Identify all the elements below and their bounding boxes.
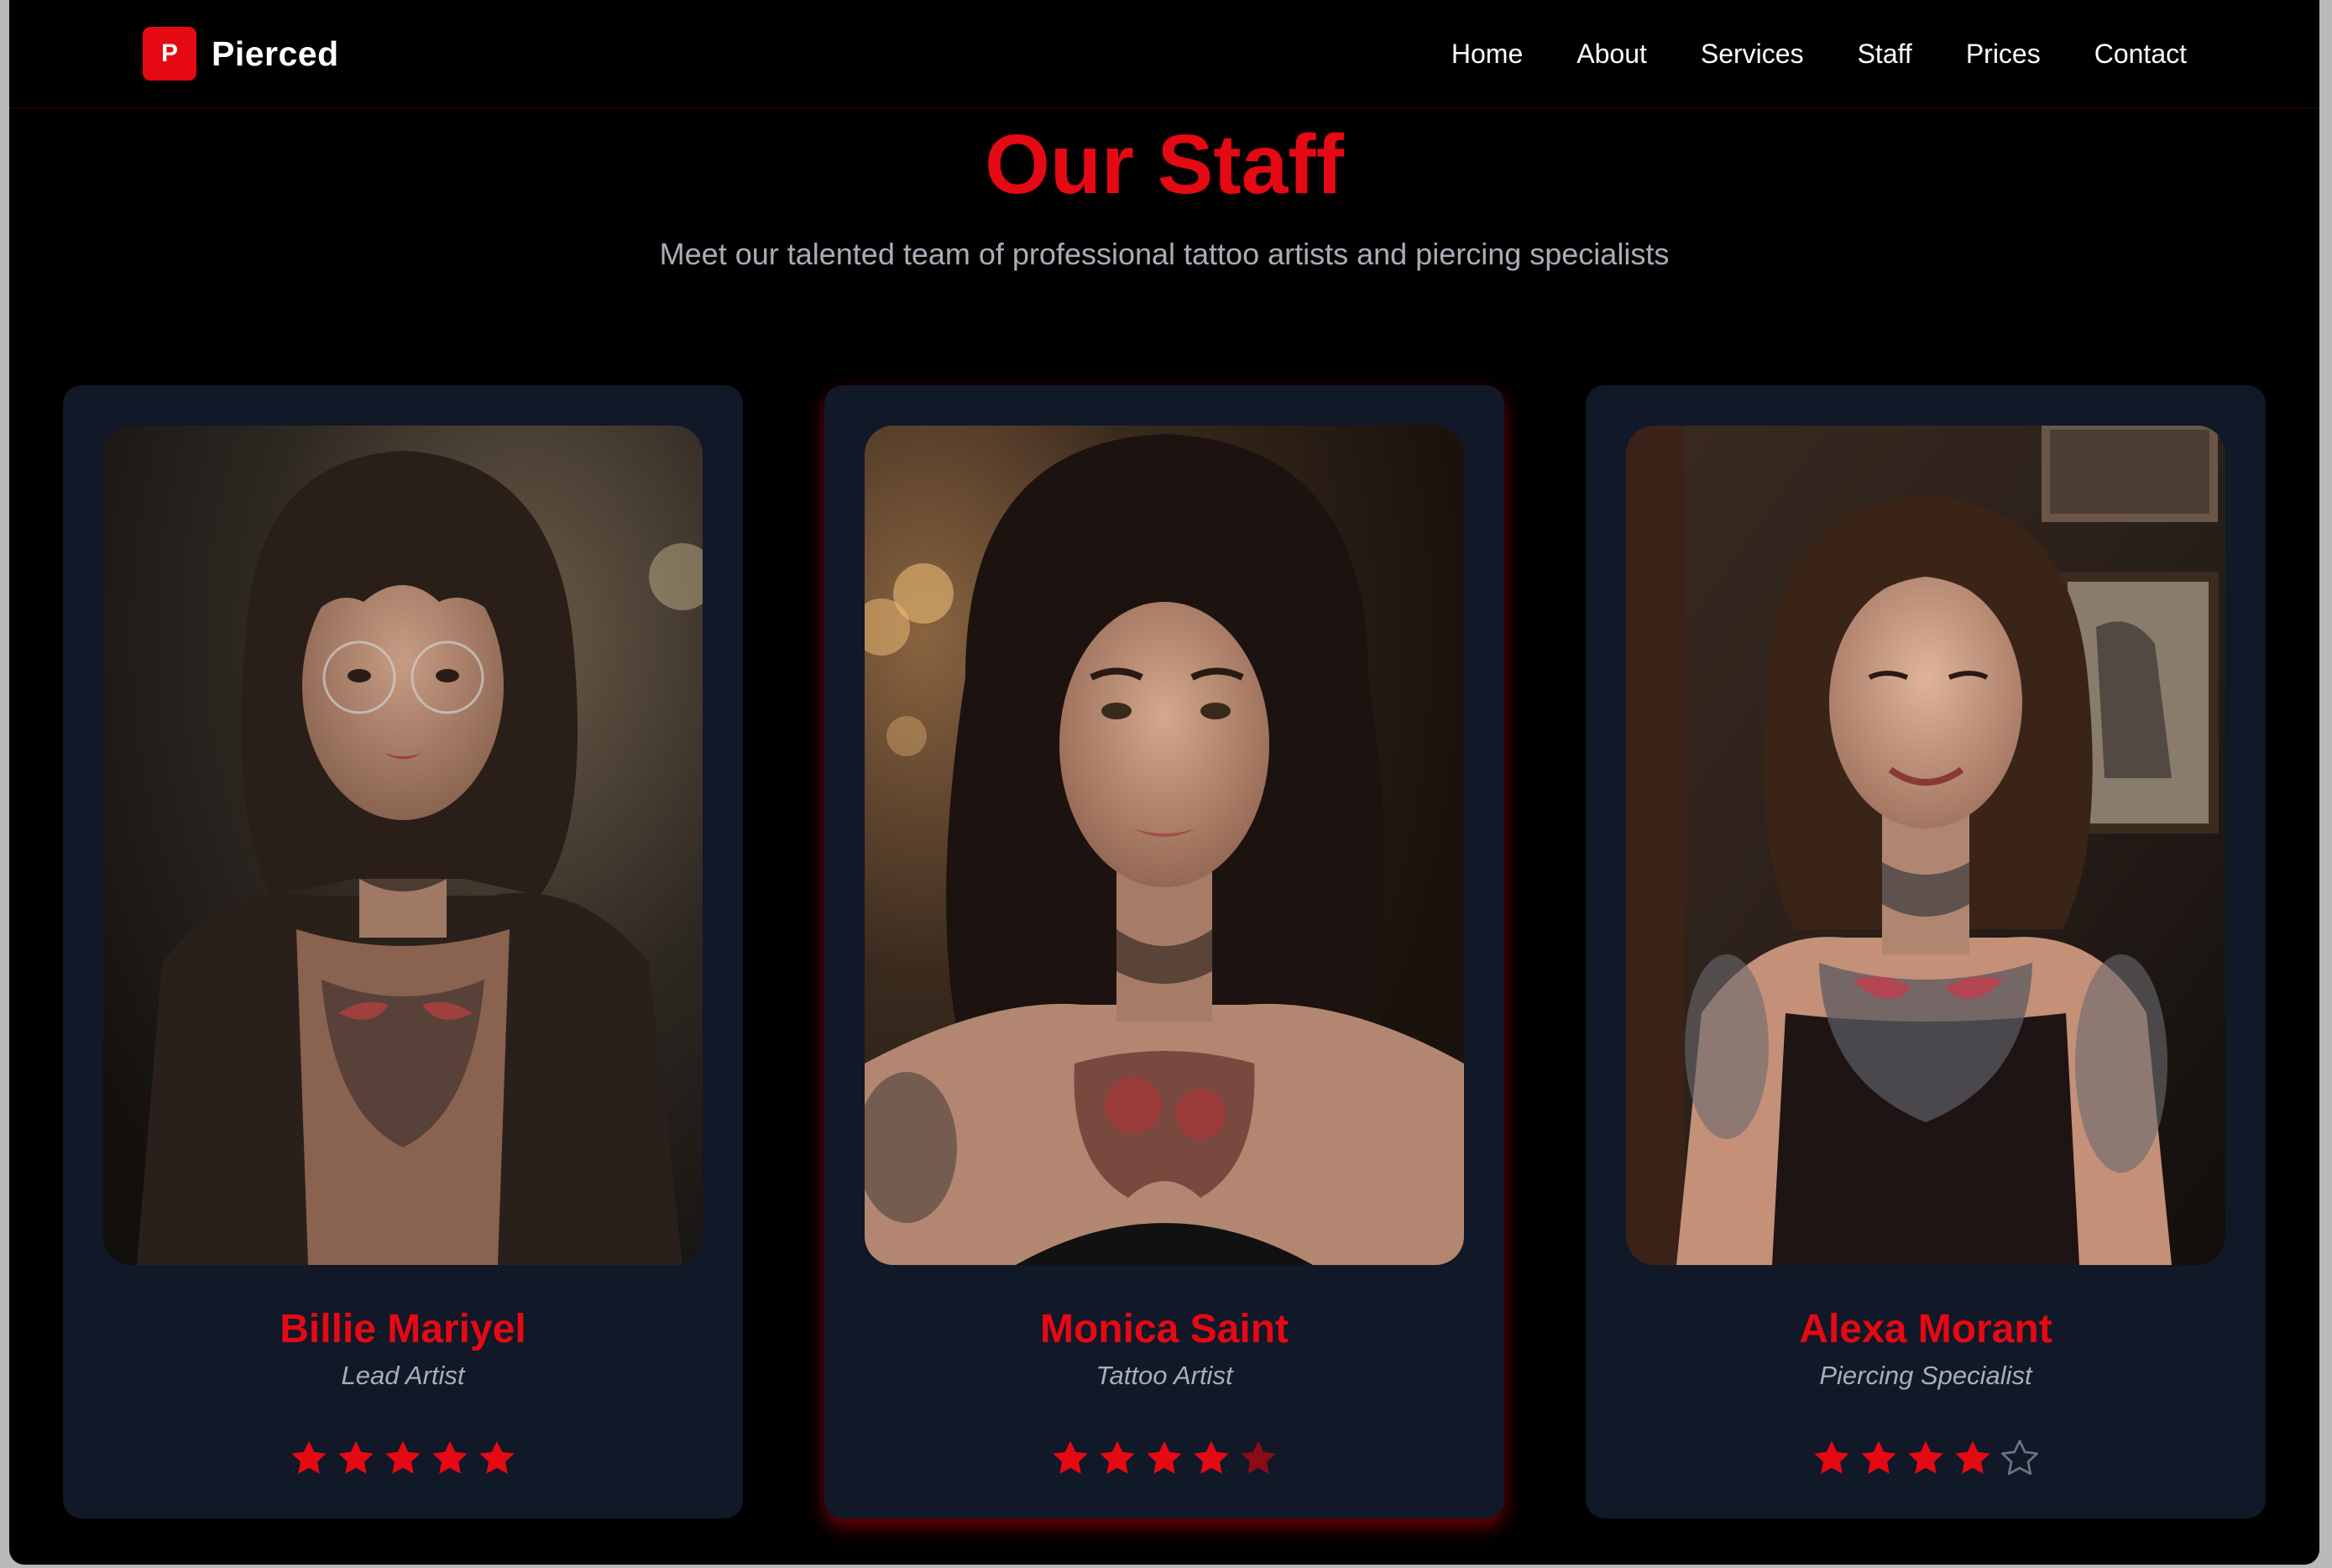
star-filled-icon — [1194, 1440, 1229, 1474]
browser-window: P Pierced Home About Services Staff Pric… — [9, 0, 2319, 1565]
star-rating — [63, 1438, 743, 1485]
star-filled-icon — [1147, 1440, 1182, 1474]
brand-logo-icon: P — [143, 27, 196, 81]
staff-role: Tattoo Artist — [1095, 1361, 1233, 1390]
staff-card-alexa[interactable]: Alexa Morant Piercing Specialist — [1586, 385, 2266, 1518]
star-half-icon — [1241, 1440, 1276, 1474]
star-filled-icon — [385, 1440, 421, 1474]
nav-menu: Home About Services Staff Prices Contact — [1398, 30, 2187, 77]
staff-name: Monica Saint — [1039, 1307, 1289, 1351]
staff-card-monica[interactable]: Monica Saint Tattoo Artist — [824, 385, 1504, 1518]
star-filled-icon — [1814, 1440, 1849, 1474]
top-navbar: P Pierced Home About Services Staff Pric… — [9, 0, 2319, 109]
staff-photo — [865, 426, 1464, 1265]
page-subtitle: Meet our talented team of professional t… — [659, 237, 1670, 271]
staff-card-billie[interactable]: Billie Mariyel Lead Artist — [63, 385, 743, 1518]
star-filled-icon — [479, 1440, 515, 1474]
star-filled-icon — [1908, 1440, 1943, 1474]
nav-link-staff[interactable]: Staff — [1858, 39, 1912, 70]
star-filled-icon — [1861, 1440, 1896, 1474]
staff-name: Billie Mariyel — [280, 1307, 526, 1351]
nav-link-contact[interactable]: Contact — [2094, 39, 2187, 70]
star-filled-icon — [1053, 1440, 1088, 1474]
star-filled-icon — [432, 1440, 468, 1474]
star-filled-icon — [1955, 1440, 1990, 1474]
star-rating — [824, 1438, 1504, 1485]
nav-link-prices[interactable]: Prices — [1966, 39, 2041, 70]
star-filled-icon — [1100, 1440, 1135, 1474]
brand[interactable]: P Pierced — [143, 27, 339, 81]
staff-photo — [1626, 426, 2225, 1265]
star-rating — [1586, 1438, 2266, 1485]
brand-name: Pierced — [212, 34, 339, 73]
nav-link-home[interactable]: Home — [1451, 39, 1523, 70]
nav-link-services[interactable]: Services — [1701, 39, 1804, 70]
nav-link-about[interactable]: About — [1576, 39, 1647, 70]
star-filled-icon — [291, 1440, 327, 1474]
staff-photo — [103, 426, 703, 1265]
staff-name: Alexa Morant — [1799, 1307, 2052, 1351]
star-filled-icon — [338, 1440, 374, 1474]
star-empty-icon — [2001, 1440, 2038, 1476]
page-title: Our Staff — [985, 118, 1344, 212]
staff-role: Piercing Specialist — [1819, 1361, 2032, 1390]
staff-role: Lead Artist — [341, 1361, 465, 1390]
